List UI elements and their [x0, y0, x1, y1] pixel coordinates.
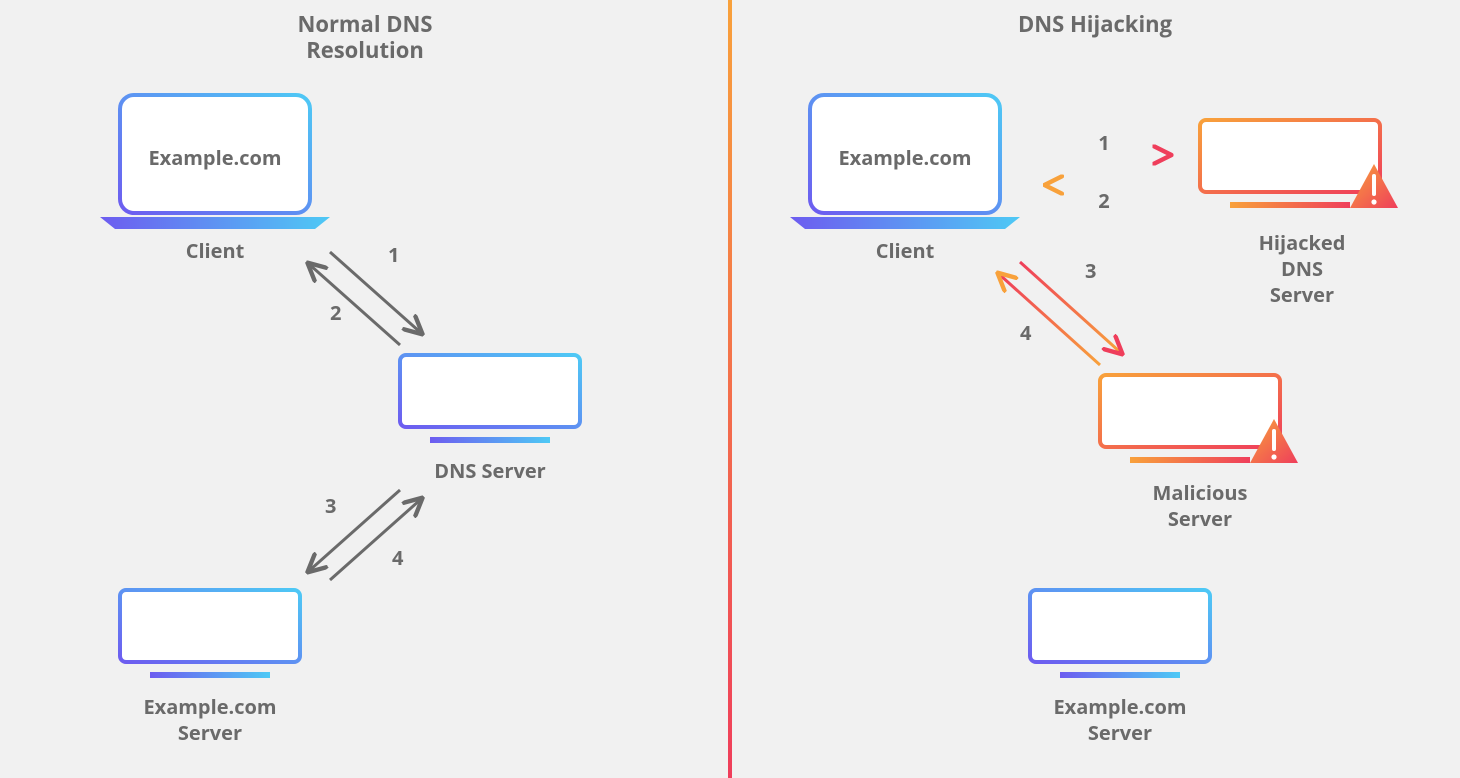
right-hijacked-label2: DNS — [1281, 255, 1323, 282]
right-client-icon: Example.com — [790, 95, 1020, 229]
right-malicious-label2: Server — [1168, 505, 1232, 532]
left-dns-server-label: DNS Server — [434, 457, 545, 484]
right-hijacked-label3: Server — [1270, 281, 1334, 308]
left-origin-label2: Server — [178, 719, 242, 746]
right-step-4: 4 — [1020, 319, 1032, 346]
left-client-icon: Example.com — [100, 95, 330, 229]
right-client-screen-text: Example.com — [838, 144, 971, 171]
left-client-label: Client — [186, 237, 245, 264]
left-step-2: 2 — [330, 299, 341, 326]
panel-divider — [728, 0, 732, 778]
right-origin-label1: Example.com — [1053, 693, 1186, 720]
left-title-line2: Resolution — [306, 35, 424, 65]
left-step-4: 4 — [392, 544, 404, 571]
right-client-label: Client — [876, 237, 935, 264]
right-origin-label2: Server — [1088, 719, 1152, 746]
left-step-3: 3 — [325, 492, 336, 519]
right-step-1: 1 — [1098, 129, 1109, 156]
left-client-screen-text: Example.com — [148, 144, 281, 171]
left-origin-label1: Example.com — [143, 693, 276, 720]
right-title: DNS Hijacking — [1018, 9, 1173, 39]
right-hijacked-label1: Hijacked — [1259, 229, 1346, 256]
diagram-root: Normal DNS Resolution Example.com Client… — [0, 0, 1460, 778]
left-step-1: 1 — [388, 241, 399, 268]
right-step-3: 3 — [1085, 257, 1096, 284]
right-malicious-label1: Malicious — [1153, 479, 1248, 506]
right-step-2: 2 — [1098, 187, 1109, 214]
